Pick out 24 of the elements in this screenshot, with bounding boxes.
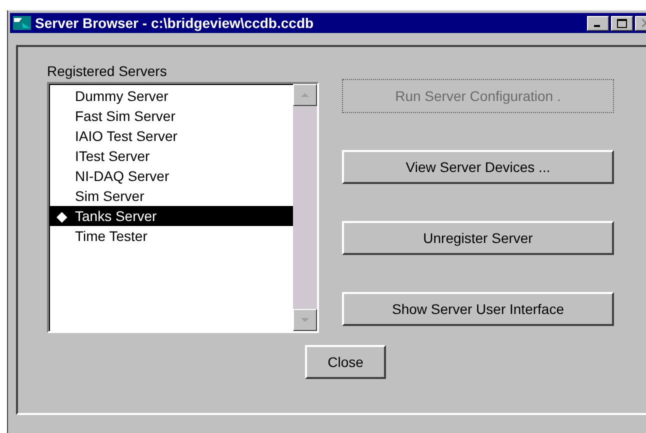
close-button[interactable]: Close (305, 345, 386, 379)
maximize-icon (617, 18, 627, 28)
down-arrow-icon (301, 318, 309, 322)
up-arrow-icon (301, 93, 309, 97)
list-label: Registered Servers (47, 63, 168, 79)
server-list[interactable]: Dummy Server Fast Sim Server IAIO Test Server ITest Server NI-DAQ Server Sim Server ◆ Tanks Server Time Tester (47, 82, 319, 333)
list-item[interactable]: ◆ Tanks Server (49, 206, 293, 226)
scrollbar[interactable] (293, 84, 317, 331)
list-item[interactable]: ITest Server (49, 146, 293, 166)
maximize-button[interactable] (611, 16, 633, 30)
action-button[interactable]: Show Server User Interface (342, 292, 614, 326)
action-button[interactable]: Unregister Server (342, 221, 614, 255)
scroll-up-button[interactable] (293, 84, 317, 106)
list-item[interactable]: Time Tester (49, 226, 293, 246)
list-item[interactable]: Fast Sim Server (49, 106, 293, 126)
list-item[interactable]: NI-DAQ Server (49, 166, 293, 186)
minimize-button[interactable] (587, 16, 609, 30)
list-item[interactable]: Sim Server (49, 186, 293, 206)
action-button[interactable]: View Server Devices ... (342, 150, 614, 184)
window-title: Server Browser - c:\bridgeview\ccdb.ccdb (35, 15, 315, 31)
app-icon (13, 16, 31, 30)
scroll-down-button[interactable] (293, 309, 317, 331)
list-item[interactable]: Dummy Server (49, 86, 293, 106)
list-item[interactable]: IAIO Test Server (49, 126, 293, 146)
